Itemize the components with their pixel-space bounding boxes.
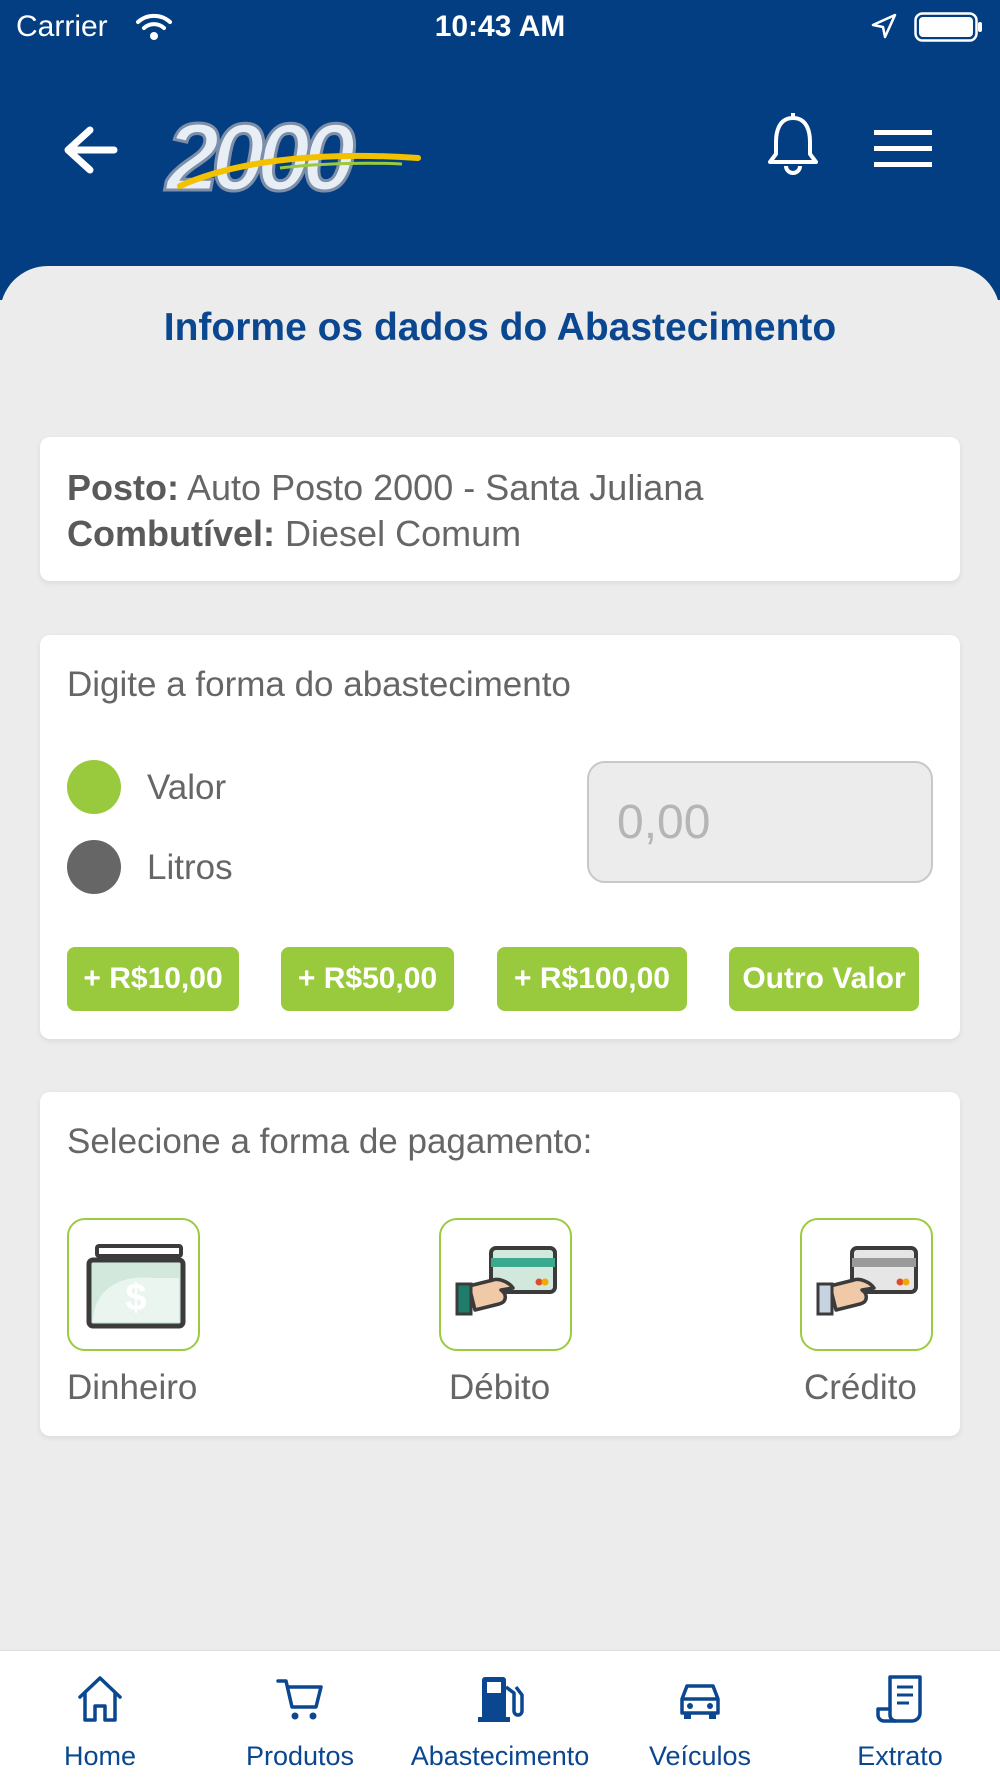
amount-input[interactable] xyxy=(587,761,933,883)
fuel-value: Diesel Comum xyxy=(285,513,522,554)
notification-bell-icon[interactable] xyxy=(766,112,820,176)
nav-label-extrato: Extrato xyxy=(857,1741,943,1771)
credit-card-icon xyxy=(816,1246,918,1316)
add-50-button[interactable]: + R$50,00 xyxy=(281,947,454,1011)
radio-valor-label: Valor xyxy=(147,768,227,807)
payment-dinheiro-label: Dinheiro xyxy=(67,1368,198,1407)
payment-credito-box[interactable] xyxy=(800,1218,933,1351)
nav-label-abastecimento: Abastecimento xyxy=(410,1741,590,1771)
logo-2000-icon: 2000 xyxy=(163,103,421,213)
station-label: Posto: xyxy=(67,467,179,508)
payment-card: Selecione a forma de pagamento: $ Dinhei… xyxy=(40,1092,960,1436)
payment-dinheiro-box[interactable]: $ xyxy=(67,1218,200,1351)
status-time: 10:43 AM xyxy=(434,10,566,43)
hamburger-menu-icon[interactable] xyxy=(874,128,932,170)
cart-icon xyxy=(276,1679,323,1720)
fuel-line: Combutível: Diesel Comum xyxy=(67,513,521,555)
add-10-button[interactable]: + R$10,00 xyxy=(67,947,239,1011)
fuel-pump-icon xyxy=(478,1677,524,1722)
radio-valor-indicator[interactable] xyxy=(67,760,121,814)
payment-credito-label: Crédito xyxy=(804,1368,917,1407)
payment-debito-label: Débito xyxy=(449,1368,551,1407)
radio-valor[interactable]: Valor xyxy=(67,760,467,816)
cash-icon: $ xyxy=(86,1244,186,1329)
location-arrow-icon xyxy=(871,13,897,39)
nav-item-extrato[interactable]: Extrato xyxy=(800,1651,1000,1778)
status-bar: Carrier 10:43 AM xyxy=(0,0,1000,56)
page-title: Informe os dados do Abastecimento xyxy=(163,306,837,349)
radio-litros-label: Litros xyxy=(147,848,233,887)
payment-title: Selecione a forma de pagamento: xyxy=(67,1122,593,1161)
radio-litros[interactable]: Litros xyxy=(67,840,467,896)
svg-text:$: $ xyxy=(125,1277,146,1319)
battery-icon xyxy=(914,12,982,42)
radio-litros-indicator[interactable] xyxy=(67,840,121,894)
other-value-button[interactable]: Outro Valor xyxy=(729,947,919,1011)
payment-debito-box[interactable] xyxy=(439,1218,572,1351)
nav-item-home[interactable]: Home xyxy=(0,1651,200,1778)
fuel-label: Combutível: xyxy=(67,513,276,554)
nav-label-home: Home xyxy=(63,1741,137,1771)
nav-label-veiculos: Veículos xyxy=(648,1741,752,1771)
nav-item-produtos[interactable]: Produtos xyxy=(200,1651,400,1778)
station-info-card: Posto: Auto Posto 2000 - Santa Juliana C… xyxy=(40,437,960,581)
add-100-button[interactable]: + R$100,00 xyxy=(497,947,687,1011)
app-header: Carrier 10:43 AM 2000 xyxy=(0,0,1000,300)
station-line: Posto: Auto Posto 2000 - Santa Juliana xyxy=(67,467,703,509)
bottom-navigation: Home Produtos Abastecimento Veículos Ext… xyxy=(0,1650,1000,1778)
back-arrow-icon[interactable] xyxy=(60,122,120,178)
fill-mode-card: Digite a forma do abastecimento Valor Li… xyxy=(40,635,960,1039)
station-value: Auto Posto 2000 - Santa Juliana xyxy=(187,467,704,508)
debit-card-icon xyxy=(455,1246,557,1316)
receipt-icon xyxy=(876,1675,922,1723)
car-icon xyxy=(680,1684,720,1719)
brand-logo: 2000 xyxy=(162,103,422,213)
home-icon xyxy=(78,1676,122,1722)
fill-mode-title: Digite a forma do abastecimento xyxy=(67,665,571,704)
nav-label-produtos: Produtos xyxy=(245,1741,355,1771)
nav-item-abastecimento[interactable]: Abastecimento xyxy=(400,1651,600,1778)
nav-item-veiculos[interactable]: Veículos xyxy=(600,1651,800,1778)
